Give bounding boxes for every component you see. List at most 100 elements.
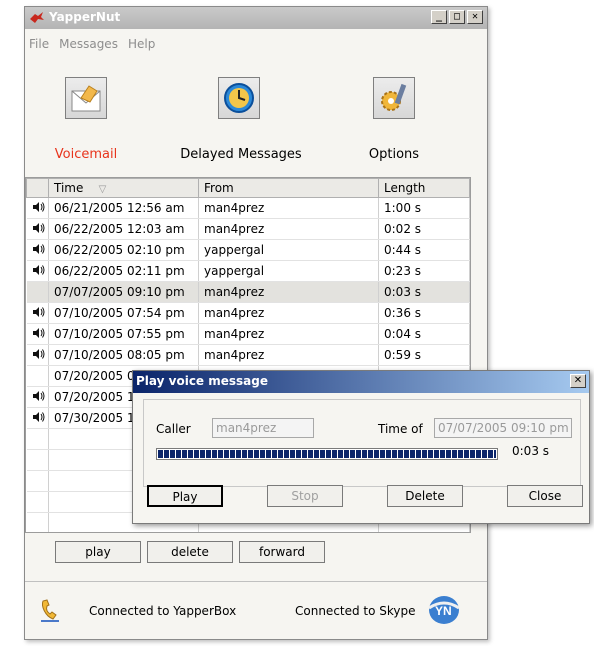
caller-label: Caller	[156, 422, 191, 436]
row-icon-cell	[26, 218, 49, 240]
cell-length: 0:44 s	[378, 239, 470, 261]
table-row[interactable]: 07/10/2005 07:54 pm man4prez 0:36 s	[26, 302, 470, 324]
empty-cell	[26, 428, 49, 450]
dialog-close-button[interactable]: Close	[507, 485, 583, 507]
play-voice-message-dialog: Play voice message ✕ Caller man4prez Tim…	[132, 370, 590, 524]
cell-from: man4prez	[198, 323, 379, 345]
speaker-icon	[32, 306, 44, 317]
phone-icon	[41, 599, 59, 622]
menu-file[interactable]: File	[29, 37, 49, 55]
message-details-group: Caller man4prez Time of 07/07/2005 09:10…	[143, 399, 581, 487]
progress-fill	[158, 450, 496, 458]
minimize-icon[interactable]: _	[431, 10, 447, 24]
dialog-close-icon[interactable]: ✕	[570, 374, 586, 388]
row-icon-cell	[26, 407, 49, 429]
window-title: YapperNut	[49, 10, 121, 24]
table-row[interactable]: 07/07/2005 09:10 pm man4prez 0:03 s	[26, 281, 470, 303]
empty-cell	[26, 512, 49, 532]
cell-time: 07/10/2005 07:54 pm	[48, 302, 199, 324]
row-icon-cell	[26, 386, 49, 408]
table-row[interactable]: 06/22/2005 02:10 pm yappergal 0:44 s	[26, 239, 470, 261]
col-from-header[interactable]: From	[198, 178, 379, 198]
cell-time: 07/10/2005 08:05 pm	[48, 344, 199, 366]
delayed-messages-label[interactable]: Delayed Messages	[177, 147, 305, 162]
app-logo-icon	[30, 12, 44, 23]
progress-time: 0:03 s	[512, 444, 550, 458]
action-buttons: play delete forward	[55, 541, 325, 563]
maximize-icon[interactable]: □	[449, 10, 465, 24]
cell-from: man4prez	[198, 281, 379, 303]
dialog-delete-button[interactable]: Delete	[387, 485, 463, 507]
delete-button[interactable]: delete	[147, 541, 233, 563]
menu-help[interactable]: Help	[128, 37, 155, 55]
row-icon-cell	[26, 197, 49, 219]
status-skype: Connected to Skype	[295, 604, 416, 618]
row-icon-cell	[26, 323, 49, 345]
cell-from: man4prez	[198, 344, 379, 366]
caller-field[interactable]: man4prez	[212, 418, 314, 438]
speaker-icon	[32, 201, 44, 212]
options-label[interactable]: Options	[361, 147, 427, 162]
status-yapperbox: Connected to YapperBox	[89, 604, 237, 618]
speaker-icon	[32, 243, 44, 254]
cell-from: yappergal	[198, 239, 379, 261]
main-window: YapperNut _ □ ✕ File Messages Help Voice…	[24, 6, 488, 640]
close-icon[interactable]: ✕	[467, 10, 483, 24]
yn-logo-icon: YN	[428, 596, 460, 624]
table-row[interactable]: 06/22/2005 12:03 am man4prez 0:02 s	[26, 218, 470, 240]
voicemail-label[interactable]: Voicemail	[35, 147, 137, 162]
col-length-header[interactable]: Length	[378, 178, 470, 198]
table-row[interactable]: 06/21/2005 12:56 am man4prez 1:00 s	[26, 197, 470, 219]
cell-time: 06/22/2005 02:11 pm	[48, 260, 199, 282]
voicemail-button[interactable]	[65, 77, 107, 119]
col-time-header[interactable]: Time ▽	[48, 178, 199, 198]
cell-length: 0:02 s	[378, 218, 470, 240]
cell-time: 06/22/2005 12:03 am	[48, 218, 199, 240]
dialog-title-bar[interactable]: Play voice message ✕	[133, 371, 589, 393]
clock-icon	[224, 83, 254, 113]
dialog-stop-button[interactable]: Stop	[267, 485, 343, 507]
gear-wrench-icon	[381, 83, 407, 111]
table-row[interactable]: 07/10/2005 07:55 pm man4prez 0:04 s	[26, 323, 470, 345]
status-bar: Connected to YapperBox Connected to Skyp…	[25, 581, 487, 638]
table-row[interactable]: 07/10/2005 08:05 pm man4prez 0:59 s	[26, 344, 470, 366]
envelope-icon	[71, 85, 101, 112]
table-row[interactable]: 06/22/2005 02:11 pm yappergal 0:23 s	[26, 260, 470, 282]
cell-from: man4prez	[198, 197, 379, 219]
cell-time: 07/07/2005 09:10 pm	[48, 281, 199, 303]
time-of-field[interactable]: 07/07/2005 09:10 pm	[434, 418, 572, 438]
row-icon-cell	[26, 239, 49, 261]
cell-time: 06/21/2005 12:56 am	[48, 197, 199, 219]
speaker-icon	[32, 411, 44, 422]
speaker-icon	[32, 390, 44, 401]
empty-cell	[26, 449, 49, 471]
cell-from: man4prez	[198, 218, 379, 240]
row-icon-cell	[26, 260, 49, 282]
options-button[interactable]	[373, 77, 415, 119]
delayed-messages-button[interactable]	[218, 77, 260, 119]
row-icon-cell	[26, 281, 49, 303]
dialog-title: Play voice message	[136, 374, 268, 388]
empty-cell	[26, 470, 49, 492]
playback-progress-bar	[156, 448, 498, 460]
sort-indicator-icon: ▽	[98, 184, 107, 195]
speaker-icon	[32, 222, 44, 233]
col-icon-header[interactable]	[26, 178, 49, 198]
title-bar[interactable]: YapperNut _ □ ✕	[25, 7, 487, 29]
dialog-play-button[interactable]: Play	[147, 485, 223, 507]
menu-bar: File Messages Help	[25, 37, 155, 55]
cell-length: 0:59 s	[378, 344, 470, 366]
forward-button[interactable]: forward	[239, 541, 325, 563]
play-button[interactable]: play	[55, 541, 141, 563]
cell-length: 1:00 s	[378, 197, 470, 219]
cell-from: yappergal	[198, 260, 379, 282]
row-icon-cell	[26, 344, 49, 366]
menu-messages[interactable]: Messages	[59, 37, 118, 55]
row-icon-cell	[26, 302, 49, 324]
cell-time: 07/10/2005 07:55 pm	[48, 323, 199, 345]
speaker-icon	[32, 327, 44, 338]
row-icon-cell	[26, 365, 49, 387]
speaker-icon	[32, 264, 44, 275]
cell-length: 0:03 s	[378, 281, 470, 303]
time-of-label: Time of	[378, 422, 423, 436]
